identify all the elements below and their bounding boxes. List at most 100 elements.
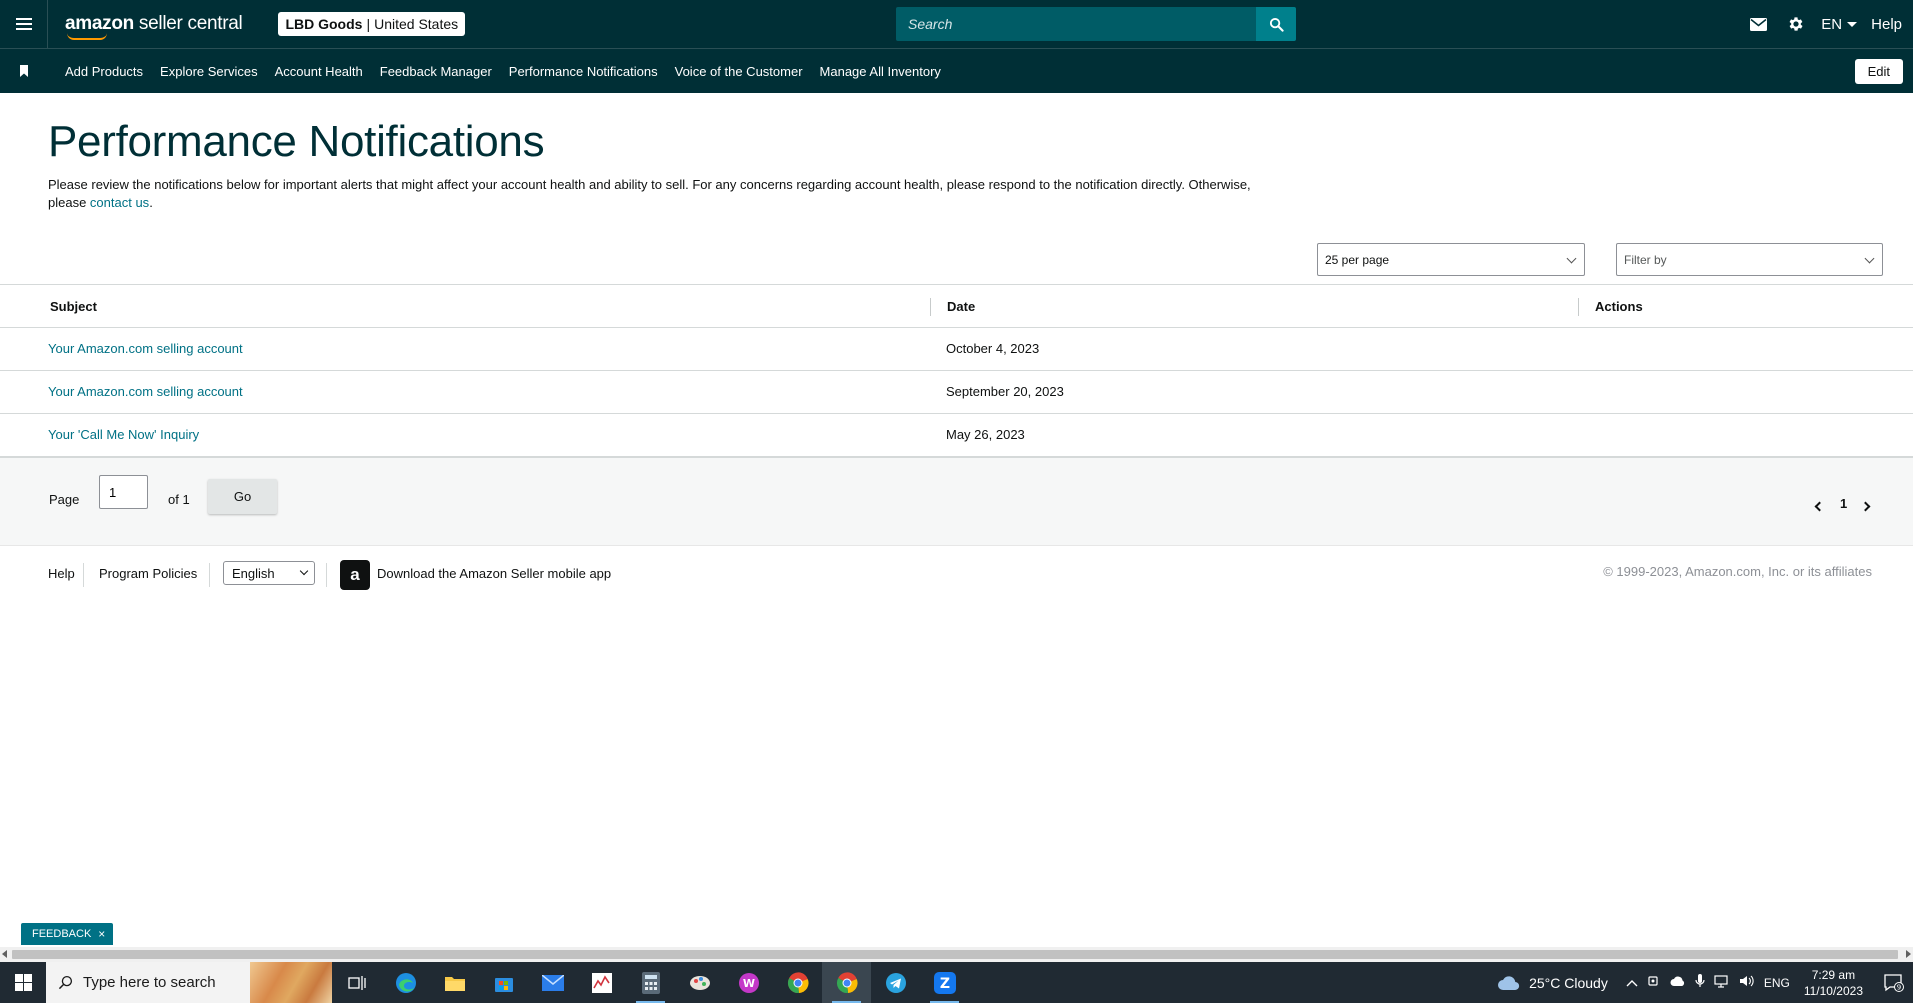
nav-feedback-manager[interactable]: Feedback Manager <box>380 64 492 79</box>
program-policies-link[interactable]: Program Policies <box>99 566 197 581</box>
nav-performance-notifications[interactable]: Performance Notifications <box>509 64 658 79</box>
scroll-left-arrow-icon[interactable] <box>2 950 7 958</box>
seller-central-logo[interactable]: amazon seller central <box>65 13 243 40</box>
calculator-icon[interactable] <box>626 962 675 1003</box>
network-icon[interactable] <box>1714 974 1730 991</box>
nav-voice-of-the-customer[interactable]: Voice of the Customer <box>675 64 803 79</box>
column-header-actions: Actions <box>1595 298 1643 314</box>
download-app-link[interactable]: Download the Amazon Seller mobile app <box>377 566 611 581</box>
logo-rest: seller central <box>133 13 243 34</box>
weather-text: 25°C Cloudy <box>1529 974 1608 991</box>
nav-explore-services[interactable]: Explore Services <box>160 64 258 79</box>
table-row: Your 'Call Me Now' Inquiry May 26, 2023 <box>0 414 1913 457</box>
meet-now-icon[interactable] <box>1647 974 1661 991</box>
scroll-right-arrow-icon[interactable] <box>1906 950 1911 958</box>
footer-divider <box>83 563 84 587</box>
search-highlight-image <box>250 962 332 1003</box>
telegram-icon[interactable] <box>871 962 920 1003</box>
filter-by-select[interactable]: Filter by <box>1616 243 1883 276</box>
footer-divider <box>326 563 327 587</box>
search-button[interactable] <box>1256 7 1296 41</box>
windows-start-icon[interactable] <box>0 962 46 1003</box>
edge-browser-icon[interactable] <box>381 962 430 1003</box>
language-code: EN <box>1821 15 1843 33</box>
notification-subject-link[interactable]: Your 'Call Me Now' Inquiry <box>48 427 199 442</box>
notification-date: October 4, 2023 <box>946 341 1040 356</box>
chevron-down-icon <box>1566 253 1577 264</box>
feedback-label: FEEDBACK <box>32 928 92 940</box>
volume-icon[interactable] <box>1739 974 1755 991</box>
column-header-subject[interactable]: Subject <box>50 299 97 314</box>
column-divider[interactable] <box>1578 298 1579 316</box>
microsoft-store-icon[interactable] <box>479 962 528 1003</box>
table-row: Your Amazon.com selling account October … <box>0 328 1913 371</box>
per-page-select[interactable]: 25 per page <box>1317 243 1585 276</box>
help-link[interactable]: Help <box>1871 16 1902 33</box>
current-page-number[interactable]: 1 <box>1840 496 1847 511</box>
mail-app-icon[interactable] <box>528 962 577 1003</box>
paint-app-icon[interactable] <box>675 962 724 1003</box>
column-divider[interactable] <box>930 298 931 316</box>
nav-account-health[interactable]: Account Health <box>275 64 363 79</box>
go-button[interactable]: Go <box>208 479 277 514</box>
horizontal-scrollbar[interactable] <box>0 947 1913 962</box>
store-separator: | <box>366 16 371 32</box>
pagination-bar: Page of 1 Go 1 <box>0 457 1913 545</box>
onedrive-cloud-icon[interactable] <box>1670 976 1686 990</box>
feedback-close-icon[interactable]: × <box>98 927 105 941</box>
nav-add-products[interactable]: Add Products <box>65 64 143 79</box>
file-explorer-icon[interactable] <box>430 962 479 1003</box>
column-header-date[interactable]: Date <box>947 299 975 314</box>
bookmark-icon[interactable] <box>0 65 48 77</box>
microphone-icon[interactable] <box>1695 974 1705 991</box>
weather-widget[interactable]: 25°C Cloudy <box>1497 975 1608 991</box>
taskbar-search-box[interactable]: Type here to search <box>46 962 332 1003</box>
feedback-tab[interactable]: FEEDBACK × <box>21 923 113 945</box>
search-icon <box>1269 17 1284 32</box>
input-language-indicator[interactable]: ENG <box>1764 976 1790 990</box>
language-switcher[interactable]: EN <box>1821 15 1858 33</box>
page-footer: Help Program Policies English a Download… <box>0 545 1913 601</box>
chevron-up-icon[interactable] <box>1626 976 1638 990</box>
stock-chart-app-icon[interactable] <box>577 962 626 1003</box>
windows-taskbar: Type here to search W Z 25°C Cloudy ENG … <box>0 962 1913 1003</box>
page-number-input[interactable] <box>99 475 148 509</box>
system-clock[interactable]: 7:29 am 11/10/2023 <box>1804 967 1863 999</box>
chrome-profile-icon[interactable] <box>773 962 822 1003</box>
next-page-icon[interactable] <box>1860 498 1871 513</box>
hamburger-menu-icon[interactable] <box>0 0 48 48</box>
table-header: Subject Date Actions <box>0 285 1913 328</box>
footer-divider <box>209 563 210 587</box>
per-page-value: 25 per page <box>1325 252 1390 267</box>
wps-office-icon[interactable]: W <box>724 962 773 1003</box>
global-search <box>896 7 1296 41</box>
filter-placeholder: Filter by <box>1624 252 1667 267</box>
store-switcher[interactable]: LBD Goods | United States <box>278 12 466 36</box>
footer-language-value: English <box>232 565 275 581</box>
task-view-icon[interactable] <box>332 962 381 1003</box>
chrome-browser-icon[interactable] <box>822 962 871 1003</box>
nav-manage-all-inventory[interactable]: Manage All Inventory <box>820 64 941 79</box>
footer-language-select[interactable]: English <box>223 561 315 585</box>
cloud-icon <box>1498 975 1520 990</box>
notification-center-icon[interactable]: 9 <box>1875 973 1913 992</box>
zalo-app-icon[interactable]: Z <box>920 962 969 1003</box>
scrollbar-thumb[interactable] <box>12 950 1898 959</box>
edit-bookmarks-button[interactable]: Edit <box>1854 59 1903 84</box>
contact-us-link[interactable]: contact us <box>90 195 149 210</box>
amazon-app-icon[interactable]: a <box>340 560 370 590</box>
amazon-smile-icon <box>67 33 107 40</box>
table-row: Your Amazon.com selling account Septembe… <box>0 371 1913 414</box>
settings-gear-icon[interactable] <box>1777 15 1815 33</box>
notifications-table: Subject Date Actions Your Amazon.com sel… <box>0 284 1913 457</box>
footer-help-link[interactable]: Help <box>48 566 75 581</box>
copyright-text: © 1999-2023, Amazon.com, Inc. or its aff… <box>1603 564 1872 579</box>
search-input[interactable] <box>896 7 1256 41</box>
notification-date: September 20, 2023 <box>946 384 1064 399</box>
clock-time: 7:29 am <box>1811 967 1856 982</box>
svg-text:Z: Z <box>939 976 949 992</box>
notification-subject-link[interactable]: Your Amazon.com selling account <box>48 384 243 399</box>
notification-subject-link[interactable]: Your Amazon.com selling account <box>48 341 243 356</box>
mail-icon[interactable] <box>1739 17 1777 31</box>
previous-page-icon[interactable] <box>1814 498 1825 513</box>
